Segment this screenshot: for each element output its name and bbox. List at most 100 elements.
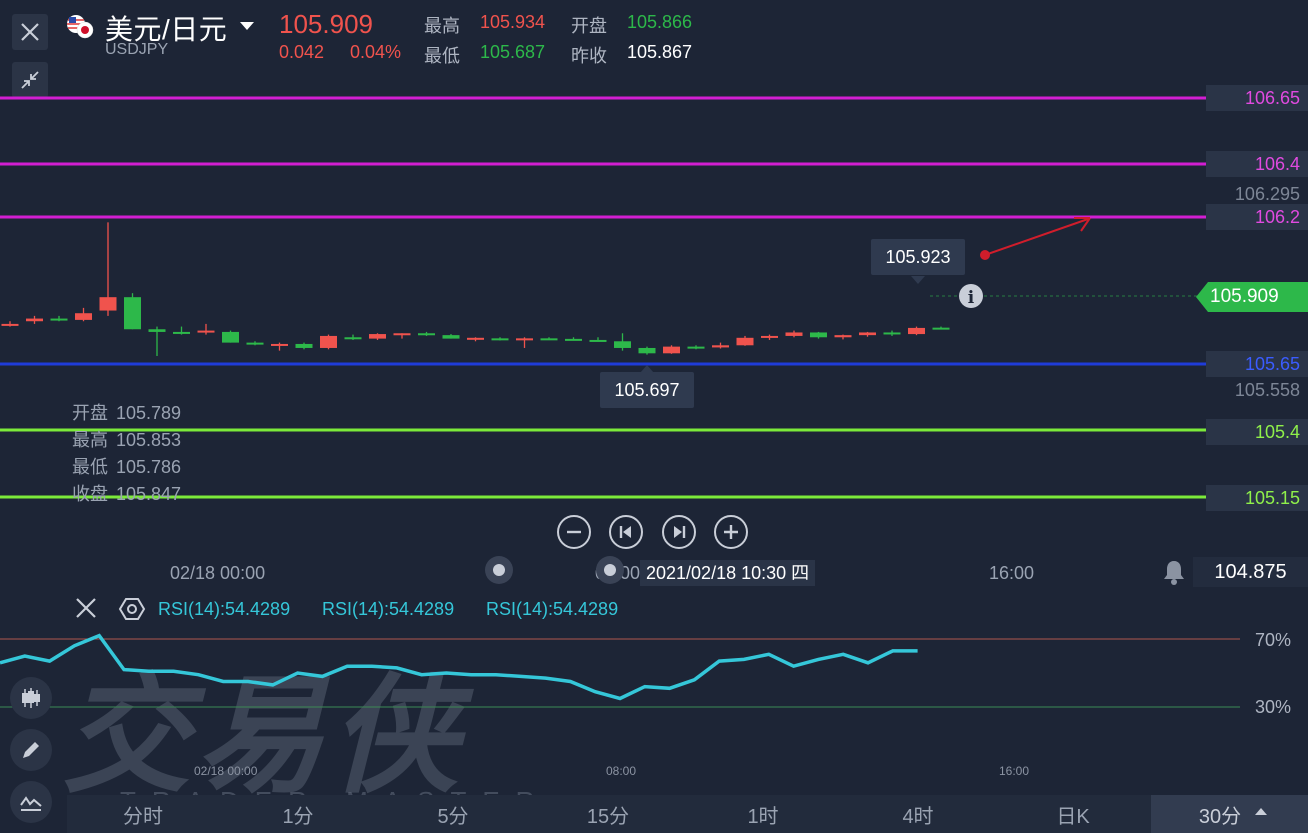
- level-tag-105-65[interactable]: 105.65: [1206, 351, 1308, 377]
- close-indicator-icon[interactable]: [72, 597, 102, 621]
- ohlc-low-label: 最低: [72, 457, 108, 477]
- candle-body: [1, 323, 19, 326]
- jump-start-button[interactable]: [609, 515, 643, 549]
- crosshair-handle-left[interactable]: [483, 556, 517, 586]
- ohlc-open: 开盘 105.789: [72, 399, 181, 425]
- level-tag-106-65[interactable]: 106.65: [1206, 85, 1308, 111]
- minus-icon: [567, 530, 581, 534]
- trend-arrow[interactable]: [984, 218, 1089, 256]
- rsi-level-high: 70%: [1255, 630, 1292, 650]
- indicator-toggle-button[interactable]: [10, 677, 52, 719]
- level-tag-105-15[interactable]: 105.15: [1206, 485, 1308, 511]
- indicator-line-button[interactable]: [10, 781, 52, 823]
- last-price: 105.909: [279, 9, 373, 39]
- indicator-settings-icon[interactable]: [118, 597, 146, 621]
- candle-body: [638, 347, 656, 354]
- skip-forward-icon: [674, 526, 686, 538]
- high-bubble-pointer: [911, 276, 925, 284]
- candle-body: [712, 345, 729, 348]
- price-change-percent: 0.04%: [350, 42, 402, 62]
- candle-body: [197, 330, 215, 333]
- rsi-time-label-3: 16:00: [999, 764, 1030, 778]
- rsi-label-1: RSI(14):54.4289: [158, 599, 291, 619]
- candle-body: [124, 297, 141, 330]
- prev-close-value: 105.867: [627, 42, 693, 62]
- draw-tool-button[interactable]: [10, 729, 52, 771]
- info-icon-glyph: i: [968, 288, 975, 308]
- candlestick-chart[interactable]: i: [0, 80, 1308, 510]
- candle-body: [442, 335, 460, 339]
- candle-body: [173, 331, 190, 334]
- ohlc-high-label: 最高: [72, 430, 108, 450]
- candle-body: [99, 297, 117, 311]
- timeframe-15m[interactable]: 15分: [568, 800, 648, 829]
- ohlc-high-value: 105.853: [116, 430, 182, 450]
- candle-body: [565, 338, 582, 341]
- axis-value-upper: 106.295: [1234, 184, 1300, 204]
- ohlc-close-value: 105.847: [116, 484, 182, 504]
- cursor-time-label: 2021/02/18 10:30 四: [640, 560, 816, 586]
- candle-body: [467, 337, 484, 340]
- prev-close-label: 昨收: [571, 46, 607, 66]
- plus-icon: [724, 525, 738, 539]
- pair-dropdown-icon[interactable]: [240, 22, 254, 30]
- level-tag-106-4[interactable]: 106.4: [1206, 151, 1308, 177]
- price-alert-bell-icon[interactable]: [1160, 558, 1188, 586]
- timeframe-1h[interactable]: 1时: [723, 800, 803, 829]
- high-price-bubble: 105.923: [871, 239, 965, 275]
- candle-body: [491, 338, 509, 341]
- candle-body: [26, 318, 43, 322]
- level-tag-106-2[interactable]: 106.2: [1206, 204, 1308, 230]
- candle-body: [908, 327, 925, 335]
- candle-body: [320, 335, 337, 348]
- trend-arrow-anchor[interactable]: [980, 250, 990, 260]
- candle-body: [810, 332, 827, 338]
- candle-body: [663, 346, 680, 354]
- rsi-line: [0, 633, 918, 701]
- timeframe-expand-icon[interactable]: [1255, 808, 1267, 815]
- high-value: 105.934: [480, 12, 546, 32]
- trend-arrow-head: [1074, 217, 1091, 232]
- candle-body: [785, 332, 803, 336]
- time-label-3: 16:00: [989, 563, 1035, 583]
- skip-back-icon: [619, 526, 631, 538]
- price-change: 0.042: [279, 42, 325, 62]
- rsi-chart[interactable]: [0, 625, 1308, 755]
- crosshair-handle-right[interactable]: [594, 556, 628, 586]
- zoom-in-button[interactable]: [714, 515, 748, 549]
- candle-body: [834, 335, 852, 338]
- candle-body: [932, 327, 950, 330]
- timeframe-4h[interactable]: 4时: [878, 800, 958, 829]
- timeframe-day[interactable]: 日K: [1033, 800, 1113, 829]
- timeframe-30m-label[interactable]: 30分: [1190, 800, 1250, 829]
- timeframe-1m[interactable]: 1分: [258, 800, 338, 829]
- candle-body: [761, 335, 778, 338]
- candlestick-icon: [22, 688, 40, 708]
- pencil-icon: [23, 742, 39, 758]
- high-label: 最高: [424, 16, 460, 36]
- candle-body: [344, 337, 362, 340]
- line-chart-icon: [20, 796, 42, 811]
- open-label: 开盘: [571, 16, 607, 36]
- axis-value-lower: 105.558: [1234, 380, 1300, 400]
- timeframe-bar: [67, 795, 1308, 833]
- level-tag-105-4[interactable]: 105.4: [1206, 419, 1308, 445]
- jump-end-button[interactable]: [662, 515, 696, 549]
- close-chart-button[interactable]: [12, 14, 48, 50]
- ohlc-high: 最高 105.853: [72, 426, 181, 452]
- timeframe-5m[interactable]: 5分: [413, 800, 493, 829]
- ohlc-open-value: 105.789: [116, 403, 182, 423]
- candle-body: [687, 346, 705, 349]
- candle-body: [75, 313, 92, 320]
- low-label: 最低: [424, 46, 460, 66]
- candle-body: [516, 338, 533, 341]
- low-value: 105.687: [480, 42, 546, 62]
- rsi-level-low: 30%: [1255, 697, 1292, 717]
- candles-group: [1, 222, 950, 356]
- timeframe-tick[interactable]: 分时: [103, 800, 183, 829]
- ohlc-close: 收盘 105.847: [72, 480, 181, 506]
- alert-price-value[interactable]: 104.875: [1193, 557, 1308, 587]
- candle-body: [418, 333, 435, 336]
- zoom-out-button[interactable]: [557, 515, 591, 549]
- close-icon: [21, 23, 39, 41]
